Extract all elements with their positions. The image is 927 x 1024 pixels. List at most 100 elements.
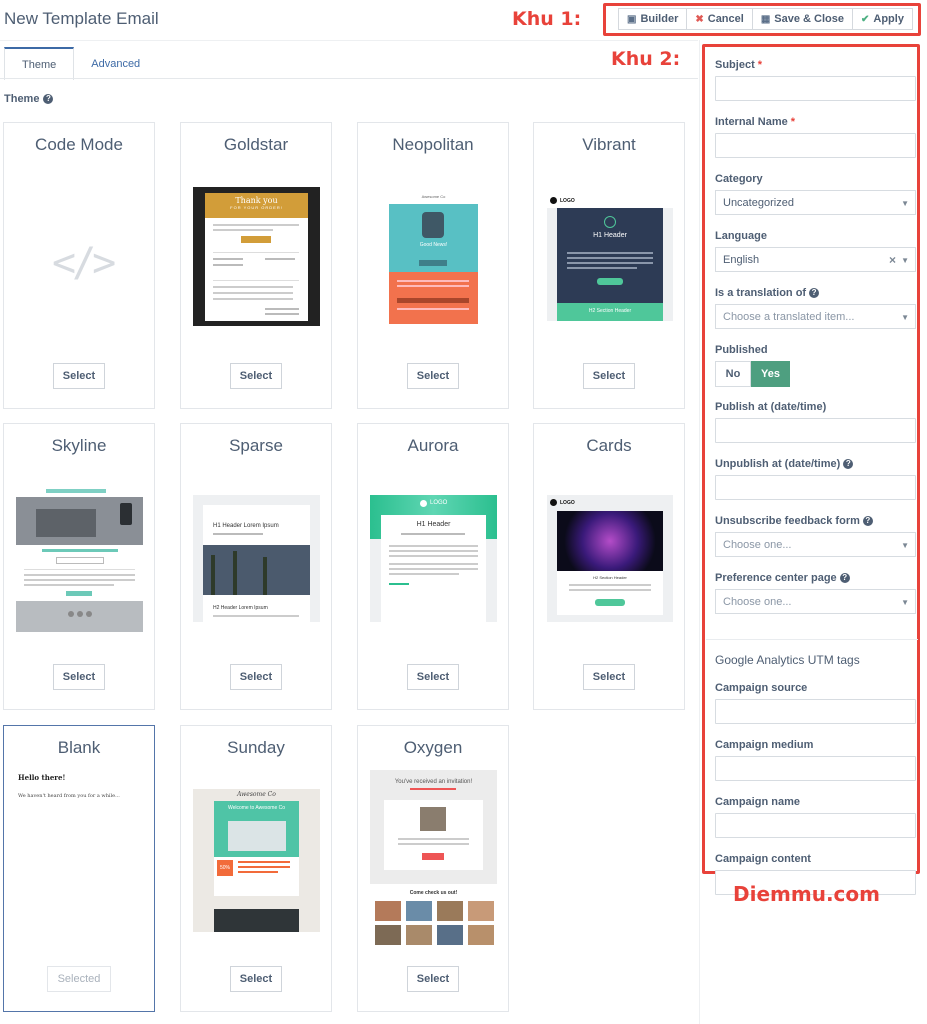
theme-name: Neopolitan	[392, 135, 474, 154]
thumb-text: H1 Header	[593, 232, 627, 239]
language-label: Language	[715, 230, 767, 242]
cancel-button[interactable]: ✖ Cancel	[686, 8, 753, 30]
theme-card-sunday[interactable]: Sunday Awesome Co Welcome to Awesome Co …	[180, 725, 332, 1012]
preference-page-placeholder: Choose one...	[723, 595, 792, 608]
caret-down-icon: ▼	[901, 199, 909, 208]
question-circle-icon[interactable]: ?	[43, 94, 54, 104]
tab-bar: Theme Advanced	[4, 47, 157, 80]
question-circle-icon[interactable]: ?	[809, 288, 820, 298]
required-marker: *	[790, 116, 796, 128]
theme-card-code-mode[interactable]: Code Mode </> Select	[3, 122, 155, 409]
campaign-content-label: Campaign content	[715, 853, 811, 865]
select-button[interactable]: Select	[53, 664, 105, 690]
theme-card-oxygen[interactable]: Oxygen You've received an invitation! Co…	[357, 725, 509, 1012]
theme-name: Sparse	[229, 436, 283, 455]
save-close-label: Save & Close	[774, 13, 844, 25]
thumb-text: LOGO	[560, 198, 575, 204]
unpublish-at-label: Unpublish at (date/time) ?	[715, 458, 854, 470]
campaign-name-input[interactable]	[715, 813, 916, 838]
select-button[interactable]: Select	[230, 363, 282, 389]
selected-button[interactable]: Selected	[47, 966, 111, 992]
campaign-name-label: Campaign name	[715, 796, 800, 808]
save-close-button[interactable]: ▦ Save & Close	[751, 8, 853, 30]
oxygen-thumbnail: You've received an invitation! Come chec…	[370, 770, 497, 950]
thumb-text: 50%	[217, 860, 233, 876]
internal-name-label-text: Internal Name	[715, 116, 788, 128]
published-no-option[interactable]: No	[715, 361, 751, 387]
subject-label: Subject *	[715, 59, 762, 71]
publish-at-label: Publish at (date/time)	[715, 401, 827, 413]
tab-theme[interactable]: Theme	[4, 47, 75, 80]
unpublish-at-input[interactable]	[715, 475, 916, 500]
theme-card-goldstar[interactable]: Goldstar Thank you FOR YOUR ORDER! Selec…	[180, 122, 332, 409]
theme-card-sparse[interactable]: Sparse H1 Header Lorem Ipsum H2 Header L…	[180, 423, 332, 710]
select-button[interactable]: Select	[53, 363, 105, 389]
theme-card-neopolitan[interactable]: Neopolitan Awesome Co Good News! Select	[357, 122, 509, 409]
theme-card-blank[interactable]: Blank Hello there! We haven't heard from…	[3, 725, 155, 1012]
internal-name-input[interactable]	[715, 133, 916, 158]
theme-card-aurora[interactable]: Aurora LOGO H1 Header Select	[357, 423, 509, 710]
tab-divider	[0, 78, 698, 79]
theme-card-vibrant[interactable]: Vibrant LOGO H1 Header H2 Section Header…	[533, 122, 685, 409]
thumb-text: Welcome to Awesome Co	[227, 805, 286, 811]
aurora-thumbnail: LOGO H1 Header	[370, 495, 497, 622]
category-select[interactable]: Uncategorized ▼	[715, 190, 916, 215]
thumb-text: H2 Section Header	[593, 575, 627, 580]
thumb-text: Thank you	[235, 196, 278, 205]
thumb-text: Good News!	[419, 242, 448, 248]
toolbar: ▣ Builder ✖ Cancel ▦ Save & Close ✔ Appl…	[618, 8, 913, 30]
published-yes-option[interactable]: Yes	[751, 361, 790, 387]
question-circle-icon[interactable]: ?	[862, 516, 873, 526]
preference-page-select[interactable]: Choose one... ▼	[715, 589, 916, 614]
language-value: English	[723, 253, 760, 266]
thumb-text: H1 Header	[416, 521, 451, 528]
subject-input[interactable]	[715, 76, 916, 101]
select-button[interactable]: Select	[407, 363, 459, 389]
apply-button[interactable]: ✔ Apply	[851, 8, 913, 30]
select-button[interactable]: Select	[583, 363, 635, 389]
select-button[interactable]: Select	[407, 966, 459, 992]
campaign-medium-label: Campaign medium	[715, 739, 814, 751]
select-button[interactable]: Select	[407, 664, 459, 690]
publish-at-input[interactable]	[715, 418, 916, 443]
theme-name: Vibrant	[582, 135, 636, 154]
theme-name: Sunday	[227, 738, 285, 757]
builder-button[interactable]: ▣ Builder	[618, 8, 688, 30]
category-value: Uncategorized	[723, 196, 794, 209]
select-button[interactable]: Select	[230, 966, 282, 992]
theme-name: Code Mode	[35, 135, 123, 154]
theme-name: Skyline	[51, 436, 107, 455]
campaign-medium-input[interactable]	[715, 756, 916, 781]
caret-down-icon: ▼	[901, 598, 909, 607]
clear-icon[interactable]: ×	[889, 253, 896, 267]
theme-card-skyline[interactable]: Skyline Select	[3, 423, 155, 710]
theme-name: Cards	[586, 436, 632, 455]
category-label: Category	[715, 173, 763, 185]
floppy-disk-icon: ▦	[760, 13, 771, 25]
apply-label: Apply	[873, 13, 904, 25]
unpublish-at-label-text: Unpublish at (date/time)	[715, 458, 841, 470]
select-button[interactable]: Select	[230, 664, 282, 690]
thumb-text: Come check us out!	[409, 890, 458, 896]
thumb-text: FOR YOUR ORDER!	[230, 205, 283, 210]
question-circle-icon[interactable]: ?	[839, 573, 850, 583]
theme-name: Aurora	[407, 436, 459, 455]
campaign-source-input[interactable]	[715, 699, 916, 724]
preference-page-label-text: Preference center page	[715, 572, 837, 584]
code-icon: </>	[52, 240, 116, 286]
published-label: Published	[715, 344, 768, 356]
unsubscribe-form-select[interactable]: Choose one... ▼	[715, 532, 916, 557]
tab-advanced[interactable]: Advanced	[74, 47, 157, 80]
select-button[interactable]: Select	[583, 664, 635, 690]
section-divider	[706, 639, 918, 640]
translation-select[interactable]: Choose a translated item... ▼	[715, 304, 916, 329]
thumb-text: LOGO	[560, 500, 575, 506]
translation-label: Is a translation of ?	[715, 287, 820, 299]
thumb-text: You've received an invitation!	[394, 779, 473, 785]
thumb-text: H2 Header Lorem Ipsum	[213, 605, 268, 611]
question-circle-icon[interactable]: ?	[843, 459, 854, 469]
sparse-thumbnail: H1 Header Lorem Ipsum H2 Header Lorem Ip…	[193, 495, 320, 622]
unsubscribe-form-placeholder: Choose one...	[723, 538, 792, 551]
theme-card-cards[interactable]: Cards LOGO H2 Section Header Select	[533, 423, 685, 710]
language-select[interactable]: English × ▼	[715, 247, 916, 272]
